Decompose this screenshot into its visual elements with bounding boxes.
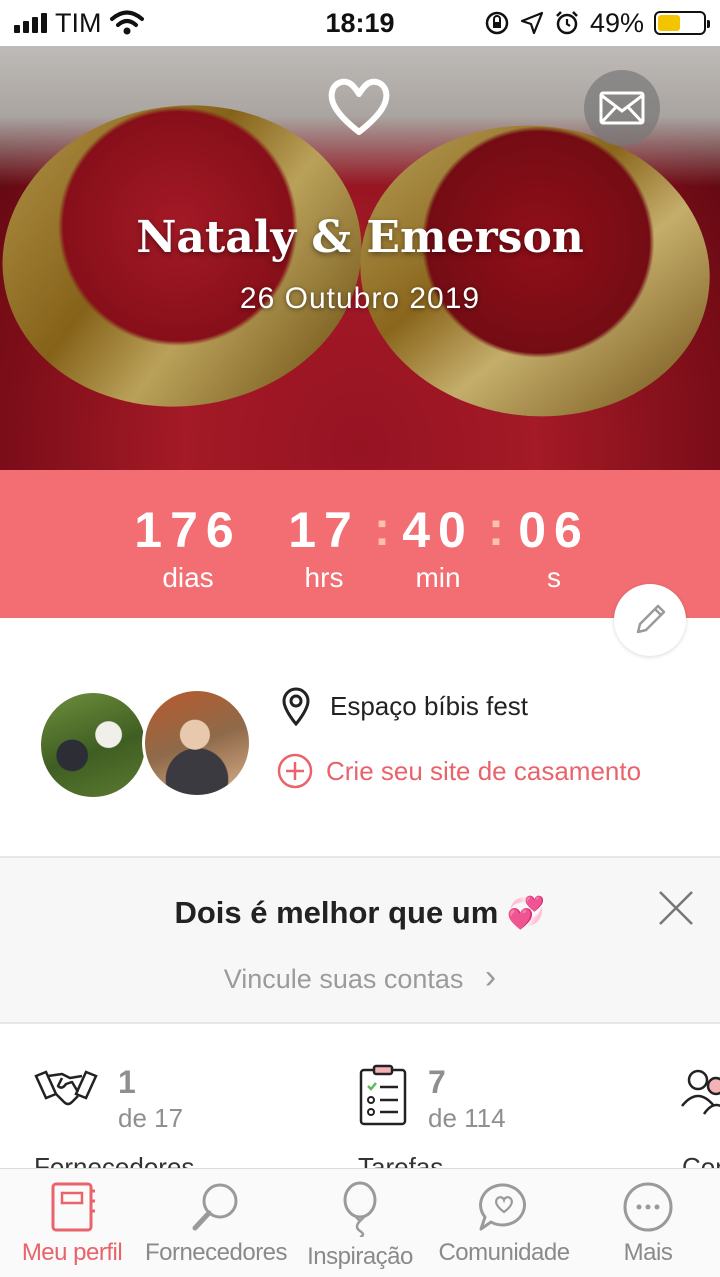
battery-icon <box>654 11 710 35</box>
status-right: 49% <box>484 7 710 39</box>
notebook-icon <box>51 1182 95 1232</box>
stat-guests[interactable] <box>680 1064 720 1116</box>
location-pin-icon <box>282 687 310 726</box>
mail-button[interactable] <box>584 70 660 146</box>
tab-mais[interactable]: Mais <box>576 1181 720 1267</box>
avatar-couple-photo-2[interactable] <box>142 688 252 798</box>
stat-tasks-total: de 114 <box>428 1103 506 1133</box>
stat-tasks[interactable]: 7 de 114 <box>358 1064 506 1136</box>
couple-name: Nataly & Emerson <box>136 212 584 263</box>
tab-label: Comunidade <box>438 1239 570 1266</box>
bottom-tab-bar: Meu perfil Fornecedores Inspiração Comun… <box>0 1168 720 1277</box>
countdown-seconds: 06 s <box>484 500 624 596</box>
stat-vendors-value: 1 <box>118 1064 136 1100</box>
avatar-couple-photo-1[interactable] <box>38 690 148 800</box>
stat-vendors-values: 1 de 17 <box>118 1064 183 1136</box>
stat-guests-caption: Convidados <box>682 1152 720 1168</box>
tab-label: Fornecedores <box>144 1239 288 1266</box>
rotation-lock-icon <box>485 11 509 35</box>
carrier-label: TIM <box>55 7 102 38</box>
tab-comunidade[interactable]: Comunidade <box>432 1181 576 1267</box>
battery-fill <box>658 15 680 31</box>
stat-vendors-total: de 17 <box>118 1103 184 1133</box>
plus-circle-icon <box>277 753 313 789</box>
heart-icon <box>328 78 390 135</box>
seconds-label: s <box>547 562 561 593</box>
countdown-banner: 176 dias 17 hrs : 40 min : 06 s <box>0 470 720 618</box>
days-value: 176 <box>134 502 242 558</box>
venue-name: Espaço bíbis fest <box>330 690 528 721</box>
promo-title: Dois é melhor que um 💞 <box>174 895 546 930</box>
location-arrow-icon <box>520 11 544 35</box>
chevron-right-icon: › <box>484 958 497 996</box>
alarm-icon <box>556 11 578 35</box>
venue-row[interactable]: Espaço bíbis fest <box>280 686 528 726</box>
close-icon[interactable] <box>656 888 696 928</box>
status-bar: TIM 18:19 49% <box>0 0 720 46</box>
link-accounts-banner: Dois é melhor que um 💞 Vincule suas cont… <box>0 856 720 1024</box>
pencil-icon <box>636 604 666 634</box>
tab-fornecedores[interactable]: Fornecedores <box>144 1181 288 1267</box>
stat-tasks-values: 7 de 114 <box>428 1064 506 1136</box>
hero-photo: Nataly & Emerson 26 Outubro 2019 <box>0 46 720 470</box>
tab-inspiracao[interactable]: Inspiração <box>288 1181 432 1271</box>
stat-vendors-caption: Fornecedores <box>34 1152 195 1168</box>
wedding-date: 26 Outubro 2019 <box>239 282 481 315</box>
tab-meu-perfil[interactable]: Meu perfil <box>0 1181 144 1267</box>
stat-tasks-caption: Tarefas <box>358 1152 444 1168</box>
tab-label: Mais <box>623 1239 673 1266</box>
more-icon <box>623 1182 673 1232</box>
create-site-label: Crie seu site de casamento <box>326 755 642 786</box>
guests-icon <box>681 1069 720 1115</box>
edit-button[interactable] <box>614 584 686 656</box>
checklist-icon <box>359 1064 407 1126</box>
stats-row: 1 de 17 Fornecedores 7 de 114 Tarefas Co… <box>0 1024 720 1168</box>
handshake-icon <box>34 1070 98 1106</box>
days-label: dias <box>162 562 214 593</box>
signal-icon <box>14 13 47 33</box>
stat-vendors[interactable]: 1 de 17 <box>34 1064 183 1136</box>
status-left: TIM <box>14 8 144 39</box>
chat-heart-icon <box>479 1183 526 1231</box>
tab-label: Meu perfil <box>21 1239 123 1266</box>
balloon-icon <box>343 1181 377 1237</box>
battery-percent: 49% <box>589 7 644 38</box>
mail-icon <box>599 91 645 125</box>
wifi-icon <box>109 10 144 35</box>
link-accounts-link[interactable]: Vincule suas contas › <box>0 958 720 997</box>
stat-tasks-value: 7 <box>428 1064 446 1100</box>
magnifier-icon <box>192 1183 238 1231</box>
tab-label: Inspiração <box>307 1243 413 1270</box>
link-accounts-label: Vincule suas contas <box>223 964 464 994</box>
create-site-link[interactable]: Crie seu site de casamento <box>276 752 641 790</box>
countdown-days: 176 dias <box>118 500 258 596</box>
seconds-value: 06 <box>518 502 590 558</box>
